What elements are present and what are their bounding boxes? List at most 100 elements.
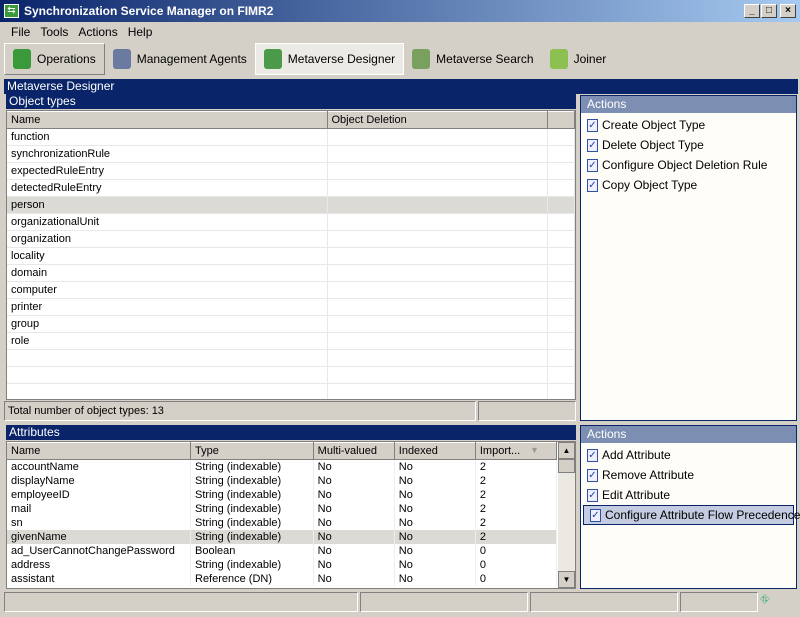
action-add-attribute[interactable]: ✓ Add Attribute [581, 445, 796, 465]
management-agents-icon [112, 49, 131, 69]
action-label: Edit Attribute [602, 488, 671, 502]
toolbar-label: Management Agents [136, 52, 247, 66]
action-create-object-type[interactable]: ✓ Create Object Type [581, 115, 796, 135]
object-type-name: function [7, 128, 328, 146]
clipboard-check-icon: ✓ [587, 448, 598, 462]
object-types-list[interactable]: Name Object Deletion function synchronizat… [6, 110, 576, 400]
table-row[interactable]: mail String (indexable) No No 2 [7, 502, 558, 516]
sort-descending-icon: ▼ [530, 445, 539, 455]
attribute-cell: String (indexable) [190, 558, 314, 572]
action-delete-object-type[interactable]: ✓ Delete Object Type [581, 135, 796, 155]
table-row[interactable] [7, 366, 575, 384]
attribute-cell: String (indexable) [190, 530, 314, 544]
object-type-name: group [7, 315, 328, 333]
object-type-name: role [7, 332, 328, 350]
attribute-actions-panel: Actions ✓ Add Attribute ✓ Remove Attribute ✓… [580, 425, 800, 589]
table-row[interactable]: accountName String (indexable) No No 2 [7, 459, 558, 474]
clipboard-check-icon: ✓ [587, 178, 598, 192]
action-configure-attribute-flow-precedence[interactable]: ✓ Configure Attribute Flow Precedence [583, 505, 800, 525]
action-edit-attribute[interactable]: ✓ Edit Attribute [581, 485, 796, 505]
table-row[interactable]: ad_UserCannotChangePassword Boolean No No 0 [7, 544, 558, 558]
table-row[interactable]: address String (indexable) No No 0 [7, 558, 558, 572]
column-import[interactable]: Import... [475, 442, 558, 460]
action-copy-object-type[interactable]: ✓ Copy Object Type [581, 175, 796, 195]
attribute-cell: String (indexable) [190, 516, 314, 530]
attribute-cell: No [394, 544, 476, 558]
table-row[interactable]: printer [7, 298, 575, 316]
table-row[interactable]: givenName String (indexable) No No 2 [7, 530, 558, 544]
menu-tools[interactable]: Tools [35, 22, 73, 42]
attributes-list[interactable]: Name Type Multi-valued Indexed Import... acc… [6, 441, 576, 589]
toolbar-metaverse-search-button[interactable]: Metaverse Search [404, 43, 541, 75]
menu-file[interactable]: File [6, 22, 35, 42]
toolbar-metaverse-designer-button[interactable]: Metaverse Designer [254, 43, 405, 75]
object-actions-panel: Actions ✓ Create Object Type ✓ Delete Objec… [580, 95, 797, 421]
menu-actions[interactable]: Actions [73, 22, 122, 42]
object-type-name: printer [7, 298, 328, 316]
page-title: Metaverse Designer [4, 79, 798, 94]
table-row[interactable]: role [7, 332, 575, 350]
attribute-cell: No [394, 572, 476, 586]
column-indexed[interactable]: Indexed [394, 442, 476, 460]
table-row[interactable]: function [7, 128, 575, 146]
column-multivalued[interactable]: Multi-valued [313, 442, 395, 460]
attribute-cell: No [394, 516, 476, 530]
status-bar: ⛗ [0, 592, 800, 617]
attribute-cell: 2 [475, 530, 558, 544]
attribute-cell: address [7, 558, 191, 572]
title-bar: Synchronization Service Manager on FIMR2 [0, 0, 800, 22]
attribute-cell: No [313, 530, 395, 544]
attribute-cell: No [394, 502, 476, 516]
table-row[interactable]: domain [7, 264, 575, 282]
table-row[interactable]: displayName String (indexable) No No 2 [7, 474, 558, 488]
table-row[interactable]: group [7, 315, 575, 333]
table-row[interactable]: computer [7, 281, 575, 299]
scroll-thumb[interactable] [558, 459, 575, 473]
attribute-cell: No [313, 516, 395, 530]
menu-bar: File Tools Actions Help [0, 22, 800, 42]
attribute-cell: No [313, 572, 395, 586]
action-label: Configure Attribute Flow Precedence [605, 508, 800, 522]
close-button[interactable]: × [780, 4, 796, 18]
table-row[interactable]: expectedRuleEntry [7, 162, 575, 180]
object-type-name: locality [7, 247, 328, 265]
attribute-cell: 2 [475, 488, 558, 502]
table-row[interactable]: employeeID String (indexable) No No 2 [7, 488, 558, 502]
minimize-button[interactable]: _ [744, 4, 760, 18]
scroll-down-button[interactable]: ▼ [558, 571, 575, 588]
table-row[interactable]: locality [7, 247, 575, 265]
table-row[interactable] [7, 349, 575, 367]
table-row[interactable]: organizationalUnit [7, 213, 575, 231]
table-row[interactable]: detectedRuleEntry [7, 179, 575, 197]
action-configure-object-deletion-rule[interactable]: ✓ Configure Object Deletion Rule [581, 155, 796, 175]
toolbar-operations-button[interactable]: Operations [4, 43, 105, 75]
window-title: Synchronization Service Manager on FIMR2 [24, 4, 274, 18]
table-row[interactable]: organization [7, 230, 575, 248]
toolbar-joiner-button[interactable]: Joiner [542, 43, 615, 75]
table-row[interactable]: sn String (indexable) No No 2 [7, 516, 558, 530]
attribute-cell: No [313, 459, 395, 474]
table-row[interactable] [7, 383, 575, 399]
column-type[interactable]: Type [190, 442, 314, 460]
object-type-name: organizationalUnit [7, 213, 328, 231]
menu-help[interactable]: Help [123, 22, 158, 42]
table-row[interactable]: person [7, 196, 575, 214]
attribute-cell: String (indexable) [190, 502, 314, 516]
column-object-deletion[interactable]: Object Deletion [327, 111, 548, 129]
clipboard-check-icon: ✓ [587, 118, 598, 132]
toolbar-label: Joiner [573, 52, 607, 66]
column-name[interactable]: Name [7, 442, 191, 460]
table-row[interactable]: assistant Reference (DN) No No 0 [7, 572, 558, 586]
attributes-scrollbar[interactable]: ▲ ▼ [558, 442, 575, 588]
maximize-button[interactable]: □ [761, 4, 777, 18]
clipboard-check-icon: ✓ [587, 158, 598, 172]
actions-header: Actions [581, 426, 796, 443]
attribute-cell: sn [7, 516, 191, 530]
action-remove-attribute[interactable]: ✓ Remove Attribute [581, 465, 796, 485]
attribute-cell: No [394, 459, 476, 474]
column-name[interactable]: Name [7, 111, 328, 129]
scroll-up-button[interactable]: ▲ [558, 442, 575, 459]
toolbar-management-agents-button[interactable]: Management Agents [105, 43, 255, 75]
attribute-cell: 0 [475, 544, 558, 558]
table-row[interactable]: synchronizationRule [7, 145, 575, 163]
